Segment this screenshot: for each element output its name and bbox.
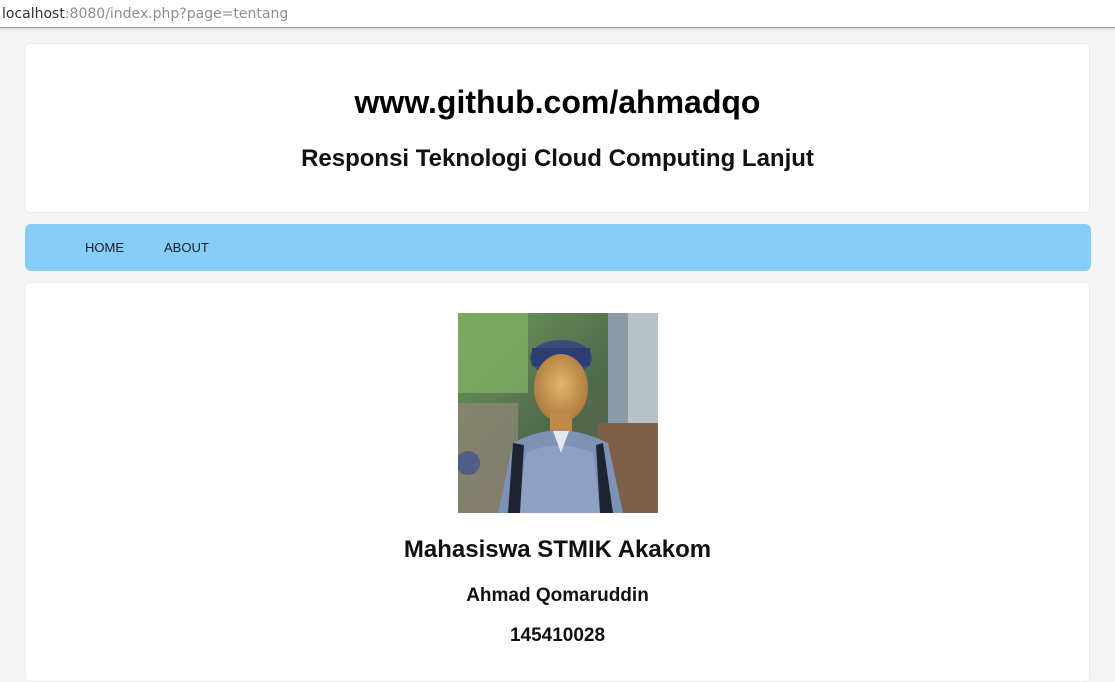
url-host: localhost (2, 6, 65, 22)
toolbar-divider (0, 28, 1115, 32)
about-content: Mahasiswa STMIK Akakom Ahmad Qomaruddin … (25, 282, 1090, 682)
site-subtitle: Responsi Teknologi Cloud Computing Lanju… (301, 145, 814, 172)
nav-about-link[interactable]: ABOUT (164, 224, 209, 271)
profile-id-number: 145410028 (509, 625, 606, 646)
site-title: www.github.com/ahmadqo (354, 84, 761, 120)
profile-heading: Mahasiswa STMIK Akakom (403, 536, 712, 563)
nav-home-link[interactable]: HOME (85, 224, 124, 271)
url-path: :8080/index.php?page=tentang (64, 6, 289, 22)
profile-photo (458, 313, 658, 513)
main-navbar: HOME ABOUT (25, 224, 1091, 271)
address-bar[interactable]: localhost:8080/index.php?page=tentang (0, 0, 1115, 28)
profile-name: Ahmad Qomaruddin (466, 585, 649, 606)
site-header: www.github.com/ahmadqo Responsi Teknolog… (25, 43, 1090, 213)
